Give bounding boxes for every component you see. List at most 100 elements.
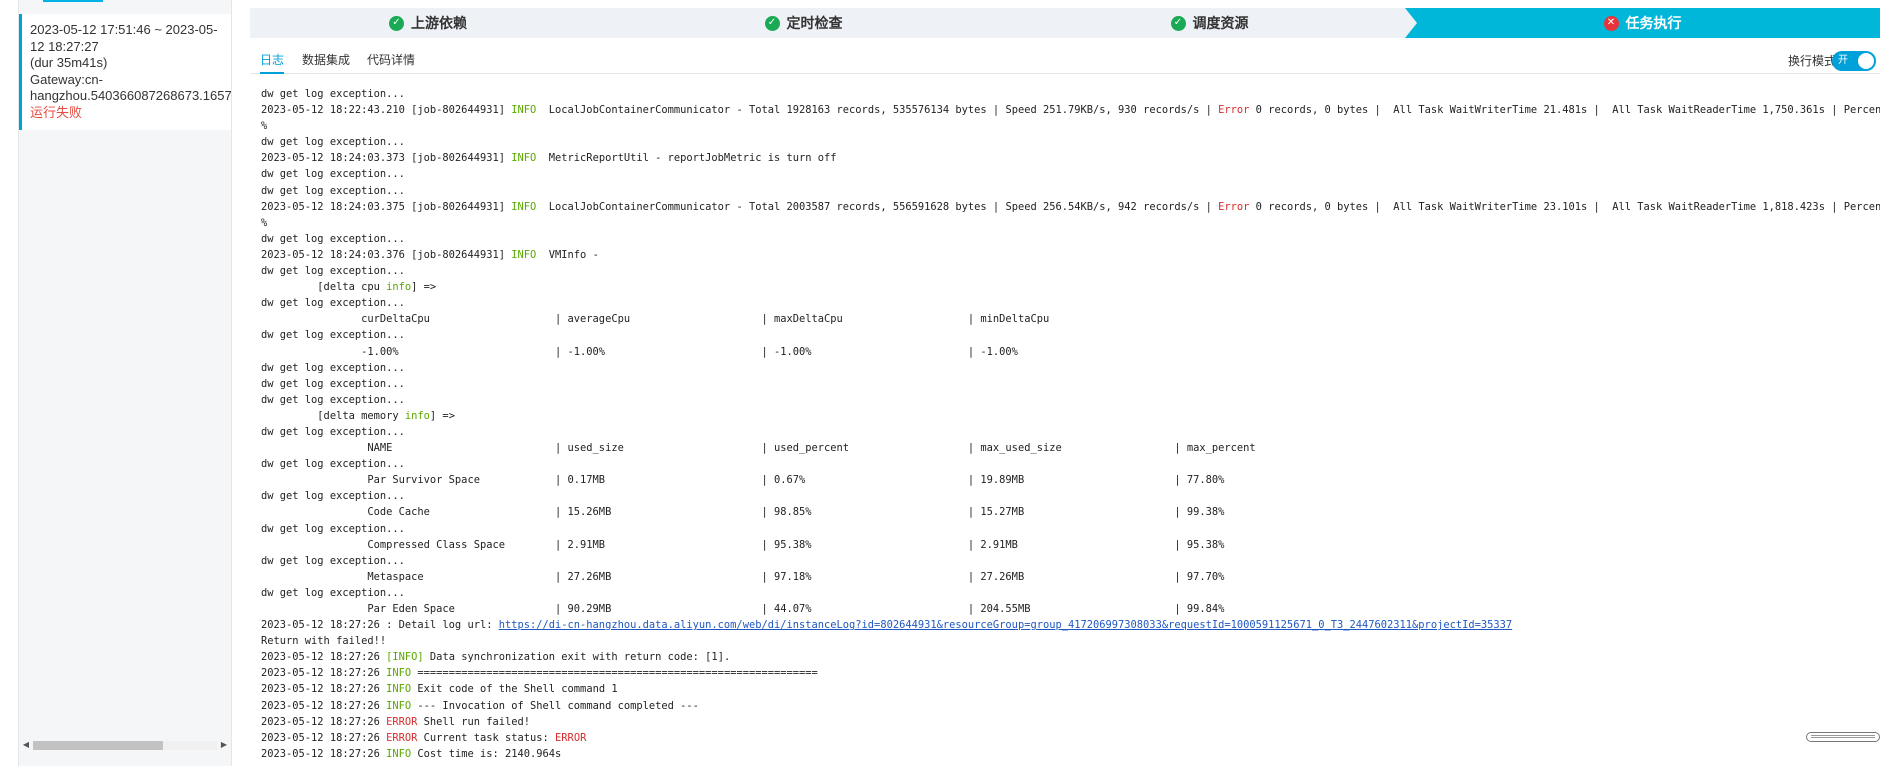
log-segment: Shell run failed! xyxy=(417,715,531,728)
log-line: NAME | used_size | used_percent | max_us… xyxy=(261,440,1880,456)
log-segment: 2023-05-12 18:27:26 xyxy=(261,651,387,664)
log-segment: LocalJobContainerCommunicator - Total 19… xyxy=(536,104,1219,117)
log-segment: dw get log exception... xyxy=(261,490,405,503)
scroll-left-icon[interactable]: ◀ xyxy=(19,738,33,752)
log-line: dw get log exception... xyxy=(261,488,1880,504)
log-segment: ERROR xyxy=(555,731,587,744)
log-segment: 0 records, 0 bytes | All Task WaitWriter… xyxy=(1249,104,1880,117)
log-line: -1.00% | -1.00% | -1.00% | -1.00% xyxy=(261,344,1880,360)
log-line: dw get log exception... xyxy=(261,263,1880,279)
log-segment: dw get log exception... xyxy=(261,136,405,149)
log-segment: MetricReportUtil - reportJobMetric is tu… xyxy=(536,152,837,165)
log-line: dw get log exception... xyxy=(261,183,1880,199)
log-segment: [delta cpu xyxy=(261,281,387,294)
step-label: 定时检查 xyxy=(786,16,843,32)
log-segment: Par Survivor Space | 0.17MB | 0.67% | 19… xyxy=(261,474,1225,487)
log-segment: Error xyxy=(1218,200,1250,213)
log-line: 2023-05-12 18:27:26 INFO ===============… xyxy=(261,665,1880,681)
log-line: dw get log exception... xyxy=(261,521,1880,537)
log-line: dw get log exception... xyxy=(261,231,1880,247)
step-resource[interactable]: ✓ 调度资源 xyxy=(1002,8,1417,38)
toggle-knob xyxy=(1858,53,1874,69)
log-segment: 2023-05-12 18:22:43.210 [job-802644931] xyxy=(261,104,512,117)
log-line: dw get log exception... xyxy=(261,134,1880,150)
log-line: Compressed Class Space | 2.91MB | 95.38%… xyxy=(261,537,1880,553)
log-line: 2023-05-12 18:27:26 INFO --- Invocation … xyxy=(261,698,1880,714)
scroll-right-icon[interactable]: ▶ xyxy=(217,738,231,752)
detail-log-link[interactable]: https://di-cn-hangzhou.data.aliyun.com/w… xyxy=(499,619,1512,631)
log-line: dw get log exception... xyxy=(261,456,1880,472)
log-segment: INFO xyxy=(386,683,412,696)
log-segment: dw get log exception... xyxy=(261,393,405,406)
tab-data-integration[interactable]: 数据集成 xyxy=(302,52,350,74)
log-segment: INFO xyxy=(386,667,412,680)
log-line: % xyxy=(261,215,1880,231)
log-line: Code Cache | 15.26MB | 98.85% | 15.27MB … xyxy=(261,504,1880,520)
log-segment: dw get log exception... xyxy=(261,361,405,374)
instance-time-range: 2023-05-12 17:51:46 ~ 2023-05- xyxy=(30,22,218,37)
log-line: Metaspace | 27.26MB | 97.18% | 27.26MB |… xyxy=(261,569,1880,585)
log-segment: ERROR xyxy=(386,731,418,744)
log-segment: dw get log exception... xyxy=(261,265,405,278)
log-segment: INFO xyxy=(386,747,412,758)
log-segment: info xyxy=(404,409,430,422)
log-segment: --- Invocation of Shell command complete… xyxy=(411,699,699,712)
log-segment: 2023-05-12 18:27:26 xyxy=(261,699,387,712)
toggle-text: 开 xyxy=(1838,55,1848,66)
log-line: 2023-05-12 18:24:03.375 [job-802644931] … xyxy=(261,199,1880,215)
log-segment: INFO xyxy=(511,248,537,261)
log-line: 2023-05-12 18:24:03.373 [job-802644931] … xyxy=(261,150,1880,166)
log-line: % xyxy=(261,118,1880,134)
log-segment: ] => xyxy=(429,409,455,422)
log-segment: 2023-05-12 18:27:26 : Detail log url: xyxy=(261,619,499,632)
tab-log[interactable]: 日志 xyxy=(260,52,285,74)
instance-duration: (dur 35m41s) xyxy=(30,55,108,70)
log-segment: dw get log exception... xyxy=(261,377,405,390)
step-task-execution[interactable]: ✕ 任务执行 xyxy=(1405,8,1880,38)
step-label: 上游依赖 xyxy=(411,16,467,32)
log-line: 2023-05-12 18:27:26 [INFO] Data synchron… xyxy=(261,649,1880,665)
wrap-mode-toggle[interactable]: 开 xyxy=(1832,51,1876,71)
log-segment: % xyxy=(261,120,268,133)
horizontal-scrollbar[interactable]: ◀ ▶ xyxy=(19,738,231,752)
step-schedule-check[interactable]: ✓ 定时检查 xyxy=(593,8,1014,38)
log-segment: curDeltaCpu | averageCpu | maxDeltaCpu |… xyxy=(261,313,1050,326)
log-segment: Cost time is: 2140.964s xyxy=(411,747,562,758)
step-label: 调度资源 xyxy=(1192,16,1249,32)
log-segment: Error xyxy=(1218,104,1250,117)
scrollbar-track[interactable] xyxy=(33,741,217,750)
log-segment: 2023-05-12 18:24:03.373 [job-802644931] xyxy=(261,152,512,165)
check-circle-icon: ✓ xyxy=(765,16,780,31)
log-line: [delta memory info] => xyxy=(261,408,1880,424)
log-segment: % xyxy=(261,216,268,229)
log-segment: dw get log exception... xyxy=(261,297,405,310)
instance-item[interactable]: 2023-05-12 17:51:46 ~ 2023-05- 12 18:27:… xyxy=(19,14,231,130)
step-upstream[interactable]: ✓ 上游依赖 xyxy=(250,8,606,38)
log-segment: 2023-05-12 18:24:03.376 [job-802644931] xyxy=(261,248,512,261)
log-line: Return with failed!! xyxy=(261,633,1880,649)
log-line: 2023-05-12 18:22:43.210 [job-802644931] … xyxy=(261,102,1880,118)
log-segment: dw get log exception... xyxy=(261,168,405,181)
log-segment: INFO xyxy=(511,200,537,213)
log-segment: ========================================… xyxy=(411,667,818,680)
scroll-resize-handle[interactable] xyxy=(1806,732,1880,742)
log-segment: dw get log exception... xyxy=(261,232,405,245)
log-segment: [delta memory xyxy=(261,409,405,422)
log-segment: -1.00% | -1.00% | -1.00% | -1.00% xyxy=(261,345,1018,358)
tab-code-details[interactable]: 代码详情 xyxy=(367,52,415,74)
log-segment: 0 records, 0 bytes | All Task WaitWriter… xyxy=(1249,200,1880,213)
log-segment: Current task status: xyxy=(417,731,556,744)
log-line: dw get log exception... xyxy=(261,360,1880,376)
instance-status: 运行失败 xyxy=(30,104,83,120)
log-segment: Compressed Class Space | 2.91MB | 95.38%… xyxy=(261,538,1225,551)
log-line: dw get log exception... xyxy=(261,295,1880,311)
log-segment: dw get log exception... xyxy=(261,554,405,567)
log-segment: 2023-05-12 18:27:26 xyxy=(261,667,387,680)
check-circle-icon: ✓ xyxy=(389,16,404,31)
scrollbar-thumb[interactable] xyxy=(33,741,163,750)
log-line: dw get log exception... xyxy=(261,376,1880,392)
log-segment: ERROR xyxy=(386,715,418,728)
log-line: 2023-05-12 18:24:03.376 [job-802644931] … xyxy=(261,247,1880,263)
instance-gateway-id: hangzhou.540366087268673.16578 xyxy=(30,88,231,103)
log-segment: dw get log exception... xyxy=(261,522,405,535)
